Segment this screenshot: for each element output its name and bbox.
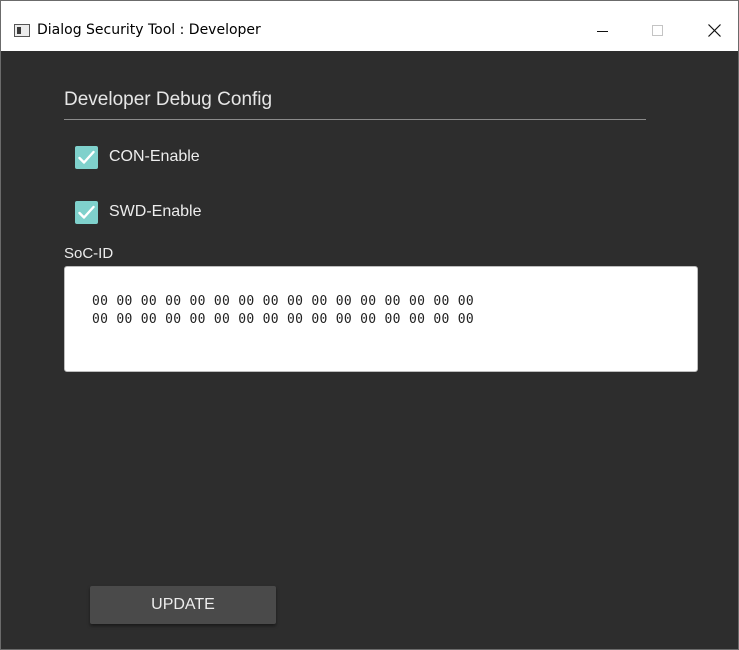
con-enable-label: CON-Enable xyxy=(109,148,200,165)
socid-line-2: 00 00 00 00 00 00 00 00 00 00 00 00 00 0… xyxy=(92,312,474,327)
socid-line-1: 00 00 00 00 00 00 00 00 00 00 00 00 00 0… xyxy=(92,294,474,309)
developer-window: Dialog Security Tool : Developer Develop… xyxy=(0,0,739,650)
checkmark-icon xyxy=(78,205,95,219)
close-icon xyxy=(708,24,721,37)
socid-label: SoC-ID xyxy=(64,245,114,262)
maximize-button[interactable] xyxy=(635,13,681,47)
swd-enable-label: SWD-Enable xyxy=(109,203,202,220)
close-button[interactable] xyxy=(691,13,737,47)
section-title: Developer Debug Config xyxy=(64,89,273,110)
socid-field[interactable]: 00 00 00 00 00 00 00 00 00 00 00 00 00 0… xyxy=(64,266,698,372)
title-bar[interactable]: Dialog Security Tool : Developer xyxy=(1,1,738,51)
minimize-icon xyxy=(597,31,608,32)
section-divider xyxy=(64,119,646,120)
minimize-button[interactable] xyxy=(579,13,625,47)
con-enable-checkbox[interactable] xyxy=(75,146,98,169)
update-button[interactable]: UPDATE xyxy=(90,586,276,624)
app-window-icon xyxy=(14,24,30,37)
window-title: Dialog Security Tool : Developer xyxy=(37,22,261,38)
checkmark-icon xyxy=(78,150,95,164)
maximize-icon xyxy=(652,25,663,36)
swd-enable-checkbox[interactable] xyxy=(75,201,98,224)
